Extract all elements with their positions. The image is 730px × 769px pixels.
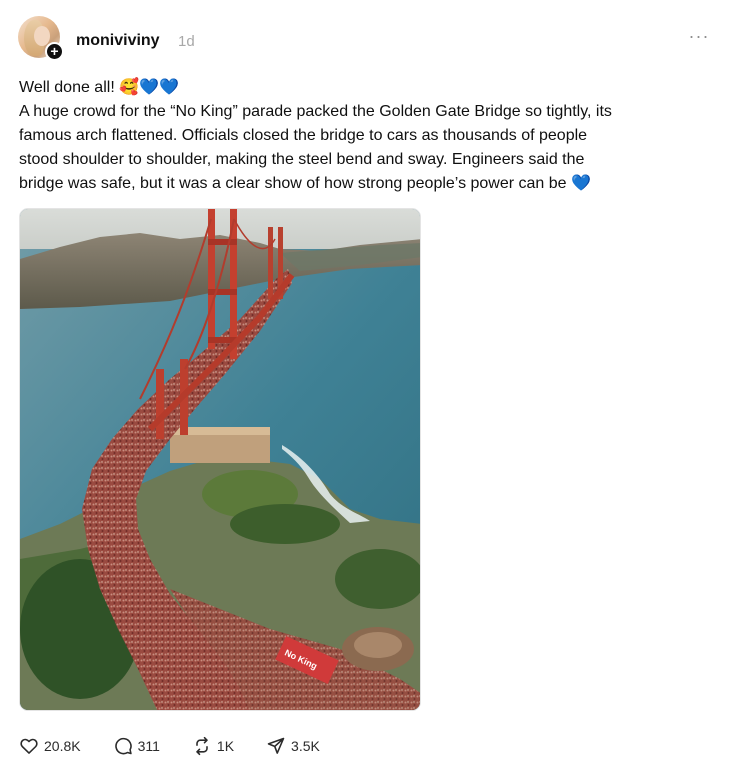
post-text-line: A huge crowd for the “No King” parade pa…: [19, 103, 612, 120]
like-button[interactable]: 20.8K: [19, 736, 81, 756]
post-text-line: bridge was safe, but it was a clear show…: [19, 175, 591, 192]
username[interactable]: moniviviny: [76, 32, 160, 50]
repost-icon: [196, 736, 208, 756]
comment-button[interactable]: 311: [113, 736, 160, 756]
avatar[interactable]: +: [18, 16, 64, 62]
post-timestamp: 1d: [178, 33, 195, 50]
threads-post: + moniviviny 1d ··· Well done all! 🥰💙💙 A…: [0, 0, 730, 769]
share-button[interactable]: 3.5K: [266, 736, 320, 756]
comment-bubble-icon: [114, 737, 132, 755]
post-text-line: stood shoulder to shoulder, making the s…: [19, 151, 585, 168]
share-icon: [267, 737, 285, 754]
more-icon[interactable]: ···: [688, 27, 710, 49]
post-text-line: famous arch flattened. Officials closed …: [19, 127, 588, 144]
aerial-bridge-crowd-photo: No King: [20, 209, 420, 710]
share-count: 3.5K: [291, 738, 320, 754]
action-bar: 20.8K 311 1K 3.5K: [19, 734, 352, 758]
post-text-line: Well done all! 🥰💙💙: [19, 79, 179, 96]
comment-count: 311: [137, 738, 160, 754]
heart-icon: [20, 738, 38, 754]
repost-button[interactable]: 1K: [192, 736, 234, 756]
plus-icon[interactable]: +: [45, 42, 64, 61]
avatar-face: [34, 26, 50, 46]
post-image[interactable]: No King: [19, 208, 421, 711]
post-text: Well done all! 🥰💙💙 A huge crowd for the …: [19, 76, 719, 196]
repost-count: 1K: [216, 738, 235, 754]
like-count: 20.8K: [44, 738, 81, 754]
